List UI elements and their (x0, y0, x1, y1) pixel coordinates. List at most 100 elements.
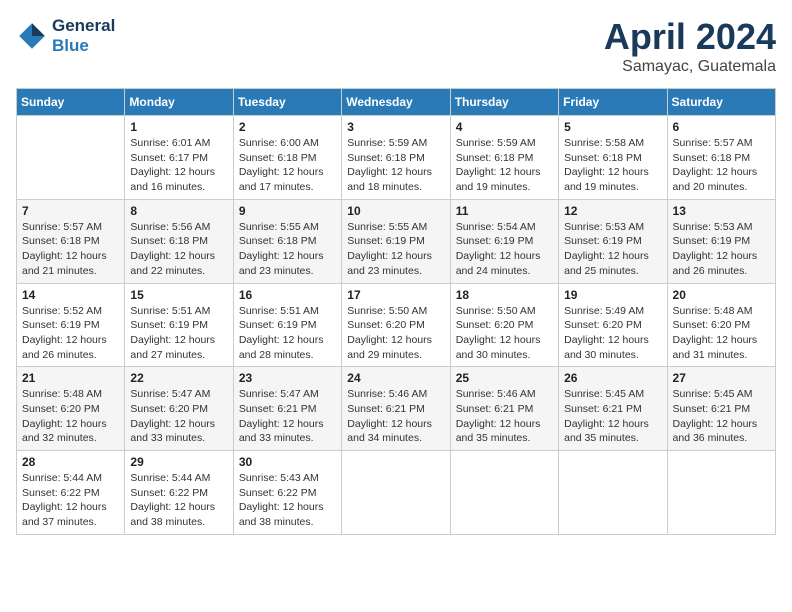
calendar-day-cell: 11Sunrise: 5:54 AM Sunset: 6:19 PM Dayli… (450, 199, 558, 283)
calendar-day-cell: 4 Sunrise: 5:59 AM Sunset: 6:18 PM Daylig… (450, 116, 558, 200)
calendar-day-cell: 15 Sunrise: 5:51 AM Sunset: 6:19 PM Dayli… (125, 283, 233, 367)
day-info: Sunrise: 5:44 AM Sunset: 6:22 PM Dayligh… (22, 471, 119, 530)
day-info: Sunrise: 5:55 AM Sunset: 6:19 PM Dayligh… (347, 220, 444, 279)
calendar-week-row: 7 Sunrise: 5:57 AM Sunset: 6:18 PM Daylig… (17, 199, 776, 283)
calendar-day-cell: 10 Sunrise: 5:55 AM Sunset: 6:19 PM Dayli… (342, 199, 450, 283)
weekday-header: Monday (125, 89, 233, 116)
calendar-day-cell: 1 Sunrise: 6:01 AM Sunset: 6:17 PM Daylig… (125, 116, 233, 200)
day-number: 4 (456, 120, 553, 134)
calendar-day-cell (17, 116, 125, 200)
day-number: 12 (564, 204, 661, 218)
day-number: 19 (564, 288, 661, 302)
day-info: Sunrise: 5:59 AM Sunset: 6:18 PM Dayligh… (456, 136, 553, 195)
day-info: Sunrise: 5:53 AM Sunset: 6:19 PM Dayligh… (673, 220, 770, 279)
calendar-day-cell: 5 Sunrise: 5:58 AM Sunset: 6:18 PM Daylig… (559, 116, 667, 200)
day-info: Sunrise: 5:49 AM Sunset: 6:20 PM Dayligh… (564, 304, 661, 363)
calendar-day-cell: 30 Sunrise: 5:43 AM Sunset: 6:22 PM Dayli… (233, 451, 341, 535)
calendar-week-row: 28Sunrise: 5:44 AM Sunset: 6:22 PM Dayli… (17, 451, 776, 535)
day-number: 22 (130, 371, 227, 385)
day-number: 26 (564, 371, 661, 385)
day-info: Sunrise: 5:46 AM Sunset: 6:21 PM Dayligh… (456, 387, 553, 446)
day-number: 30 (239, 455, 336, 469)
day-info: Sunrise: 6:00 AM Sunset: 6:18 PM Dayligh… (239, 136, 336, 195)
day-number: 13 (673, 204, 770, 218)
calendar-day-cell: 23 Sunrise: 5:47 AM Sunset: 6:21 PM Dayli… (233, 367, 341, 451)
day-number: 18 (456, 288, 553, 302)
calendar-day-cell: 13 Sunrise: 5:53 AM Sunset: 6:19 PM Dayli… (667, 199, 775, 283)
calendar-day-cell: 16Sunrise: 5:51 AM Sunset: 6:19 PM Dayli… (233, 283, 341, 367)
day-info: Sunrise: 5:55 AM Sunset: 6:18 PM Dayligh… (239, 220, 336, 279)
day-info: Sunrise: 5:48 AM Sunset: 6:20 PM Dayligh… (673, 304, 770, 363)
day-info: Sunrise: 5:46 AM Sunset: 6:21 PM Dayligh… (347, 387, 444, 446)
calendar-day-cell: 2 Sunrise: 6:00 AM Sunset: 6:18 PM Daylig… (233, 116, 341, 200)
day-info: Sunrise: 5:57 AM Sunset: 6:18 PM Dayligh… (673, 136, 770, 195)
calendar-week-row: 14Sunrise: 5:52 AM Sunset: 6:19 PM Dayli… (17, 283, 776, 367)
day-info: Sunrise: 5:45 AM Sunset: 6:21 PM Dayligh… (673, 387, 770, 446)
day-info: Sunrise: 5:45 AM Sunset: 6:21 PM Dayligh… (564, 387, 661, 446)
calendar-day-cell: 14Sunrise: 5:52 AM Sunset: 6:19 PM Dayli… (17, 283, 125, 367)
day-number: 7 (22, 204, 119, 218)
calendar-day-cell: 25 Sunrise: 5:46 AM Sunset: 6:21 PM Dayli… (450, 367, 558, 451)
weekday-header: Sunday (17, 89, 125, 116)
calendar-week-row: 1 Sunrise: 6:01 AM Sunset: 6:17 PM Daylig… (17, 116, 776, 200)
day-number: 15 (130, 288, 227, 302)
calendar-day-cell: 26 Sunrise: 5:45 AM Sunset: 6:21 PM Dayli… (559, 367, 667, 451)
day-info: Sunrise: 5:58 AM Sunset: 6:18 PM Dayligh… (564, 136, 661, 195)
day-number: 27 (673, 371, 770, 385)
day-info: Sunrise: 6:01 AM Sunset: 6:17 PM Dayligh… (130, 136, 227, 195)
day-info: Sunrise: 5:47 AM Sunset: 6:21 PM Dayligh… (239, 387, 336, 446)
logo-text: General Blue (52, 16, 115, 55)
calendar-day-cell: 9 Sunrise: 5:55 AM Sunset: 6:18 PM Daylig… (233, 199, 341, 283)
title-block: April 2024 Samayac, Guatemala (604, 16, 776, 76)
calendar-day-cell: 24 Sunrise: 5:46 AM Sunset: 6:21 PM Dayli… (342, 367, 450, 451)
calendar-day-cell: 21 Sunrise: 5:48 AM Sunset: 6:20 PM Dayli… (17, 367, 125, 451)
day-number: 25 (456, 371, 553, 385)
day-number: 10 (347, 204, 444, 218)
calendar-day-cell (450, 451, 558, 535)
calendar-day-cell: 7 Sunrise: 5:57 AM Sunset: 6:18 PM Daylig… (17, 199, 125, 283)
day-info: Sunrise: 5:43 AM Sunset: 6:22 PM Dayligh… (239, 471, 336, 530)
day-number: 23 (239, 371, 336, 385)
day-number: 5 (564, 120, 661, 134)
day-info: Sunrise: 5:54 AM Sunset: 6:19 PM Dayligh… (456, 220, 553, 279)
day-number: 1 (130, 120, 227, 134)
day-info: Sunrise: 5:47 AM Sunset: 6:20 PM Dayligh… (130, 387, 227, 446)
calendar-day-cell: 18 Sunrise: 5:50 AM Sunset: 6:20 PM Dayli… (450, 283, 558, 367)
logo-icon (16, 20, 48, 52)
month-title: April 2024 (604, 16, 776, 58)
weekday-header: Wednesday (342, 89, 450, 116)
weekday-header: Thursday (450, 89, 558, 116)
page-header: General Blue April 2024 Samayac, Guatema… (16, 16, 776, 76)
day-info: Sunrise: 5:56 AM Sunset: 6:18 PM Dayligh… (130, 220, 227, 279)
weekday-header: Tuesday (233, 89, 341, 116)
day-info: Sunrise: 5:48 AM Sunset: 6:20 PM Dayligh… (22, 387, 119, 446)
day-number: 9 (239, 204, 336, 218)
day-number: 3 (347, 120, 444, 134)
day-number: 2 (239, 120, 336, 134)
calendar-week-row: 21 Sunrise: 5:48 AM Sunset: 6:20 PM Dayli… (17, 367, 776, 451)
calendar-day-cell: 29Sunrise: 5:44 AM Sunset: 6:22 PM Dayli… (125, 451, 233, 535)
day-info: Sunrise: 5:51 AM Sunset: 6:19 PM Dayligh… (130, 304, 227, 363)
calendar-day-cell: 8 Sunrise: 5:56 AM Sunset: 6:18 PM Daylig… (125, 199, 233, 283)
calendar-day-cell: 12 Sunrise: 5:53 AM Sunset: 6:19 PM Dayli… (559, 199, 667, 283)
day-number: 29 (130, 455, 227, 469)
location: Samayac, Guatemala (604, 58, 776, 76)
day-number: 24 (347, 371, 444, 385)
day-info: Sunrise: 5:50 AM Sunset: 6:20 PM Dayligh… (347, 304, 444, 363)
day-info: Sunrise: 5:52 AM Sunset: 6:19 PM Dayligh… (22, 304, 119, 363)
day-number: 8 (130, 204, 227, 218)
calendar-day-cell: 27 Sunrise: 5:45 AM Sunset: 6:21 PM Dayli… (667, 367, 775, 451)
day-number: 20 (673, 288, 770, 302)
calendar-day-cell: 22 Sunrise: 5:47 AM Sunset: 6:20 PM Dayli… (125, 367, 233, 451)
day-info: Sunrise: 5:53 AM Sunset: 6:19 PM Dayligh… (564, 220, 661, 279)
calendar-day-cell: 28Sunrise: 5:44 AM Sunset: 6:22 PM Dayli… (17, 451, 125, 535)
day-info: Sunrise: 5:50 AM Sunset: 6:20 PM Dayligh… (456, 304, 553, 363)
day-number: 21 (22, 371, 119, 385)
day-number: 16 (239, 288, 336, 302)
weekday-header: Saturday (667, 89, 775, 116)
weekday-header: Friday (559, 89, 667, 116)
calendar-day-cell: 3 Sunrise: 5:59 AM Sunset: 6:18 PM Daylig… (342, 116, 450, 200)
day-info: Sunrise: 5:57 AM Sunset: 6:18 PM Dayligh… (22, 220, 119, 279)
day-info: Sunrise: 5:59 AM Sunset: 6:18 PM Dayligh… (347, 136, 444, 195)
day-number: 17 (347, 288, 444, 302)
